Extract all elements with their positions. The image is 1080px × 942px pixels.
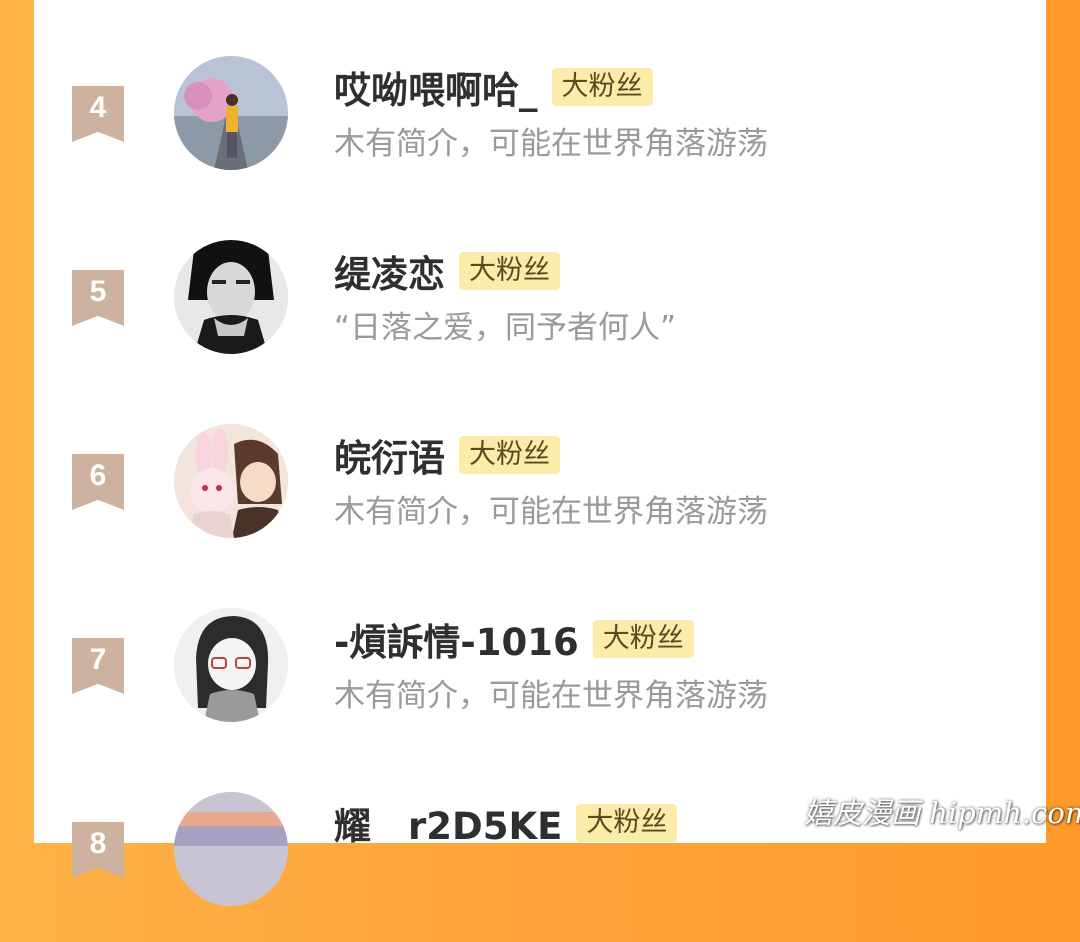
fan-badge: 大粉丝 bbox=[459, 436, 560, 474]
avatar-image bbox=[174, 424, 288, 538]
watermark: 嬉皮漫画 hipmh.com bbox=[804, 796, 1080, 830]
fan-name-text: 皖衍语 bbox=[334, 437, 445, 480]
avatar[interactable] bbox=[174, 792, 288, 906]
list-item[interactable]: 5 缇凌恋 大粉丝 “日落之爱，同予者何人” bbox=[34, 240, 1046, 390]
avatar-image bbox=[174, 56, 288, 170]
fan-bio: “日落之爱，同予者何人” bbox=[334, 310, 677, 346]
fan-badge: 大粉丝 bbox=[592, 620, 694, 658]
fan-name[interactable]: -熕訴情-1016 大粉丝 bbox=[334, 614, 694, 664]
avatar[interactable] bbox=[174, 56, 288, 170]
avatar[interactable] bbox=[174, 608, 288, 722]
rank-ribbon: 8 bbox=[72, 822, 124, 878]
avatar-image bbox=[174, 608, 288, 722]
avatar-image bbox=[174, 792, 288, 906]
fan-bio: 木有简介，可能在世界角落游荡 bbox=[334, 494, 768, 530]
rank-ribbon: 7 bbox=[72, 638, 124, 694]
rank-ribbon: 4 bbox=[72, 86, 124, 142]
fan-badge: 大粉丝 bbox=[576, 804, 678, 842]
list-item[interactable]: 6 皖衍语 大粉丝 木有简介，可能在世界角落游荡 bbox=[34, 424, 1046, 574]
fan-name[interactable]: 耀 r2D5KE 大粉丝 bbox=[334, 798, 678, 848]
rank-ribbon: 5 bbox=[72, 270, 124, 326]
fan-name[interactable]: 皖衍语 大粉丝 bbox=[334, 430, 560, 480]
fan-name-text: -熕訴情-1016 bbox=[334, 621, 579, 664]
fan-name-text: 缇凌恋 bbox=[334, 253, 445, 296]
fan-ranking-panel: 4 哎呦喂啊哈_ 大粉丝 木有简介，可能在世界角落游荡 5 缇凌恋 大粉丝 “日… bbox=[34, 0, 1046, 906]
fan-name-text: 耀 r2D5KE bbox=[334, 805, 563, 848]
list-item[interactable]: 7 -熕訴情-1016 大粉丝 木有简介，可能在世界角落游荡 bbox=[34, 608, 1046, 758]
fan-badge: 大粉丝 bbox=[459, 252, 560, 290]
list-item[interactable]: 4 哎呦喂啊哈_ 大粉丝 木有简介，可能在世界角落游荡 bbox=[34, 56, 1046, 206]
avatar[interactable] bbox=[174, 240, 288, 354]
fan-name[interactable]: 缇凌恋 大粉丝 bbox=[334, 246, 560, 296]
rank-ribbon: 6 bbox=[72, 454, 124, 510]
fan-badge: 大粉丝 bbox=[551, 68, 653, 106]
fan-bio: 木有简介，可能在世界角落游荡 bbox=[334, 678, 768, 714]
fan-name-text: 哎呦喂啊哈_ bbox=[334, 69, 538, 112]
fan-bio: 木有简介，可能在世界角落游荡 bbox=[334, 126, 768, 162]
fan-name[interactable]: 哎呦喂啊哈_ 大粉丝 bbox=[334, 62, 653, 112]
avatar[interactable] bbox=[174, 424, 288, 538]
avatar-image bbox=[174, 240, 288, 354]
